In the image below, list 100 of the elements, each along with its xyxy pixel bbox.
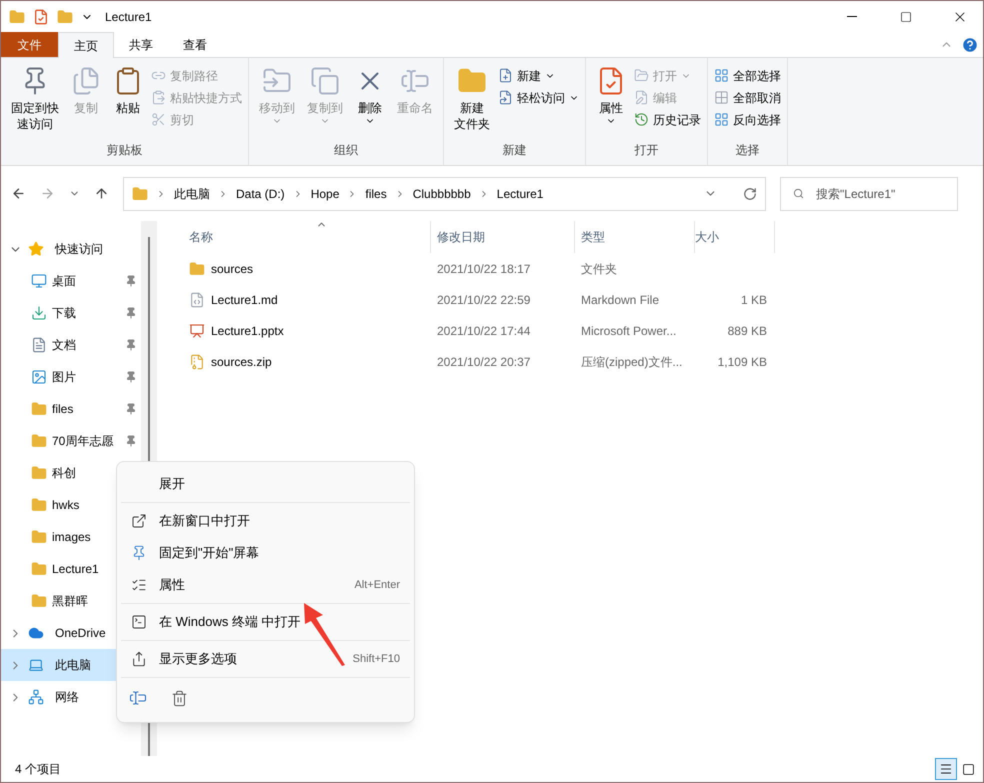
nav-item[interactable]: 快速访问 [1,233,141,265]
minimize-icon [847,16,857,17]
pin-icon [125,275,137,287]
back-icon[interactable] [11,186,26,201]
breadcrumb-item[interactable]: Lecture1 [496,184,544,202]
ribbon-button[interactable]: 删除 [351,62,389,141]
grid-icon [714,90,729,105]
ribbon-button[interactable]: 历史记录 [634,110,701,129]
annotation-arrow [301,601,347,667]
shortcut-label: Shift+F10 [352,652,400,667]
ribbon-button[interactable]: 轻松访问 [498,88,579,107]
ribbon-group-label: 打开 [634,142,660,159]
ribbon-group-label: 组织 [333,142,359,159]
nav-item[interactable]: 图片 [1,361,141,393]
ribbon-button[interactable]: 全部选择 [714,66,781,85]
ribbon-button[interactable]: 新建 [498,66,579,85]
ribbon-button[interactable]: 粘贴 [109,62,147,141]
table-cell-text: Markdown File [580,292,660,308]
scissors-icon [151,112,166,127]
nav-item[interactable]: 下载 [1,297,141,329]
file-plus-icon [498,68,513,83]
pencil-page-icon [634,90,649,105]
rename-icon[interactable] [129,689,147,707]
folder-icon [31,529,47,545]
search-input[interactable]: 搜索"Lecture1" [816,184,945,202]
zip-folder-icon [189,354,205,370]
ribbon-tab[interactable]: 主页 [58,32,114,58]
details-view-button[interactable] [935,758,957,780]
column-header[interactable]: 名称 [174,221,431,253]
document-icon [31,337,47,353]
computer-icon [28,657,44,673]
file-name: sources [211,260,254,278]
table-cell-text: 1 KB [740,292,768,308]
nav-item[interactable]: files [1,393,141,425]
network-icon [28,689,44,705]
menu-item[interactable]: 在 Windows 终端 中打开 [121,606,410,638]
column-header[interactable]: 类型 [575,221,695,253]
breadcrumb-item[interactable]: Data (D:) [236,184,285,202]
help-icon[interactable] [961,36,979,54]
address-bar[interactable]: 此电脑 Data (D:) Hope files Clubbbbbb Lecture1 [123,176,766,210]
pin-icon [125,435,137,447]
file-row[interactable]: Lecture1.pptx 2021/10/22 17:44 Microsoft Power... 889 KB [174,315,983,346]
cloud-icon [28,625,44,641]
window-title: Lecture1 [105,8,153,26]
table-cell-text: 2021/10/22 20:37 [436,354,532,370]
nav-item[interactable]: 网络 [1,681,141,713]
file-row[interactable]: sources 2021/10/22 18:17 文件夹 [174,253,983,284]
history-icon [634,112,649,127]
grid-icon [714,68,729,83]
open-folder-icon [634,68,649,83]
file-icon [189,292,205,308]
search-icon [793,187,804,200]
file-row[interactable]: sources.zip 2021/10/22 20:37 压缩(zipped)文件... 1,109 KB [174,346,983,377]
column-header[interactable]: 修改日期 [431,221,575,253]
slides-file-icon [189,322,205,338]
table-cell-text: 1,109 KB [716,354,768,370]
menu-item[interactable]: 展开 [121,468,410,500]
folder-icon [31,433,47,449]
ribbon-group-label: 新建 [502,142,528,159]
download-icon [31,305,47,321]
column-header[interactable]: 大小 [695,221,775,253]
refresh-icon[interactable] [743,186,757,200]
terminal-icon [131,614,147,630]
external-link-icon [131,513,147,529]
square-icon [962,762,974,776]
ribbon-tab[interactable]: 文件 [1,32,58,57]
pin-icon [125,403,137,415]
ribbon-button[interactable]: 反向选择 [714,110,781,129]
up-icon[interactable] [94,186,109,201]
delete-icon[interactable] [171,690,188,706]
file-row[interactable]: Lecture1.md 2021/10/22 22:59 Markdown File 1 KB [174,284,983,315]
nav-item[interactable]: 桌面 [1,265,141,297]
pin-icon [125,371,137,383]
desktop-icon [31,273,47,289]
clipboard-icon [151,90,166,105]
table-cell-text: 2021/10/22 18:17 [436,260,532,278]
ribbon-button[interactable]: 全部取消 [714,88,781,107]
ribbon-button[interactable]: 属性 [592,62,630,141]
table-cell-text: 压缩(zipped)文件... [580,354,684,370]
breadcrumb-item[interactable]: files [365,184,387,202]
menu-item[interactable]: 显示更多选项 Shift+F10 [121,643,410,675]
table-cell-text: 2021/10/22 17:44 [436,322,532,340]
file-icon [498,90,513,105]
search-field[interactable]: 搜索"Lecture1" [780,176,958,210]
file-name: Lecture1.md [211,292,278,308]
folder-icon [31,561,47,577]
more-options-icon [131,651,147,667]
ribbon-button[interactable]: 新建 文件夹 [450,62,494,141]
breadcrumb-item[interactable]: Clubbbbbb [412,184,471,202]
nav-item[interactable]: 文档 [1,329,141,361]
breadcrumb-item[interactable]: 此电脑 [174,184,210,202]
folder-icon [189,260,205,276]
nav-item[interactable]: 70周年志愿 [1,425,141,457]
checkmark-page-icon[interactable] [33,8,49,24]
ribbon-button[interactable]: 固定到快 速访问 [7,62,63,141]
star-icon [28,241,44,257]
table-cell-text: 2021/10/22 22:59 [436,292,532,308]
pin-icon [125,339,137,351]
breadcrumb-item[interactable]: Hope [310,184,340,202]
shortcut-label: Alt+Enter [354,578,400,593]
